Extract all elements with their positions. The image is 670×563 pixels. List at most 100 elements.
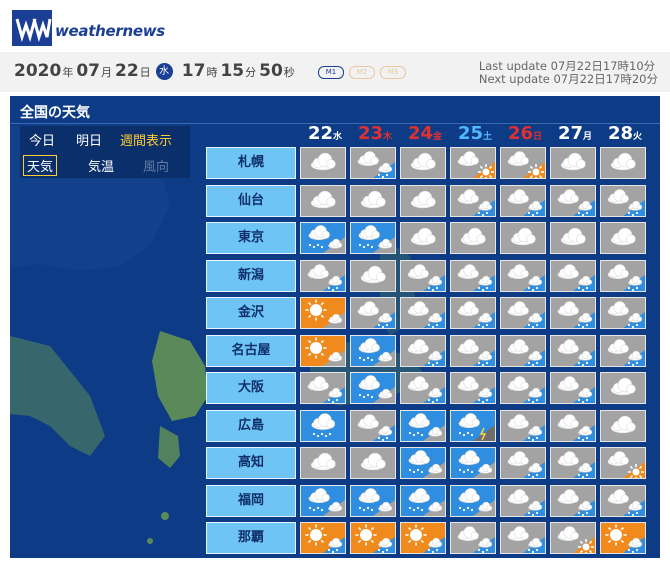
tab-today[interactable]: 今日 <box>29 130 55 149</box>
mode-m2-button[interactable]: M2 <box>349 66 375 79</box>
forecast-cell[interactable] <box>450 484 496 517</box>
forecast-cell[interactable] <box>600 297 646 329</box>
forecast-cell[interactable] <box>400 447 446 479</box>
city-button[interactable]: 仙台 <box>206 184 296 217</box>
forecast-cell[interactable] <box>500 334 546 367</box>
forecast-cell[interactable] <box>450 372 496 404</box>
forecast-cell[interactable] <box>350 409 396 442</box>
city-button[interactable]: 福岡 <box>206 484 296 517</box>
forecast-cell[interactable] <box>500 484 546 517</box>
forecast-cell[interactable] <box>600 409 646 442</box>
forecast-cell[interactable] <box>550 297 596 329</box>
forecast-cell[interactable] <box>400 147 446 179</box>
forecast-cell[interactable] <box>350 259 396 292</box>
weathernews-logo-icon[interactable] <box>12 10 52 46</box>
forecast-cell[interactable] <box>400 484 446 517</box>
forecast-cell[interactable] <box>400 334 446 367</box>
city-button[interactable]: 金沢 <box>206 297 296 329</box>
city-button[interactable]: 東京 <box>206 222 296 254</box>
forecast-cell[interactable] <box>600 334 646 367</box>
city-button[interactable]: 新潟 <box>206 259 296 292</box>
brand-name[interactable]: weathernews <box>55 22 165 40</box>
cloudy-icon <box>610 227 636 246</box>
forecast-cell[interactable] <box>350 184 396 217</box>
forecast-cell[interactable] <box>600 447 646 479</box>
forecast-cell[interactable] <box>350 372 396 404</box>
forecast-cell[interactable] <box>450 334 496 367</box>
tab-tomorrow[interactable]: 明日 <box>76 130 102 149</box>
forecast-cell[interactable] <box>450 409 496 442</box>
forecast-cell[interactable] <box>450 522 496 554</box>
forecast-cell[interactable] <box>300 372 346 404</box>
forecast-cell[interactable] <box>300 297 346 329</box>
forecast-cell[interactable] <box>550 447 596 479</box>
forecast-cell[interactable] <box>550 372 596 404</box>
forecast-cell[interactable] <box>300 184 346 217</box>
forecast-cell[interactable] <box>600 259 646 292</box>
forecast-cell[interactable] <box>600 147 646 179</box>
forecast-cell[interactable] <box>450 222 496 254</box>
forecast-cell[interactable] <box>550 184 596 217</box>
forecast-cell[interactable] <box>550 409 596 442</box>
forecast-cell[interactable] <box>500 409 546 442</box>
forecast-cell[interactable] <box>550 259 596 292</box>
forecast-cell[interactable] <box>300 147 346 179</box>
forecast-cell[interactable] <box>300 522 346 554</box>
forecast-cell[interactable] <box>600 484 646 517</box>
forecast-cell[interactable] <box>450 447 496 479</box>
forecast-cell[interactable] <box>450 259 496 292</box>
city-button[interactable]: 広島 <box>206 409 296 442</box>
city-button[interactable]: 高知 <box>206 447 296 479</box>
tab-weekly[interactable]: 週間表示 <box>120 130 172 149</box>
forecast-cell[interactable] <box>400 372 446 404</box>
forecast-cell[interactable] <box>600 522 646 554</box>
city-button[interactable]: 大阪 <box>206 372 296 404</box>
forecast-cell[interactable] <box>550 484 596 517</box>
forecast-cell[interactable] <box>550 147 596 179</box>
tab-temperature[interactable]: 気温 <box>88 156 114 175</box>
forecast-cell[interactable] <box>400 409 446 442</box>
forecast-cell[interactable] <box>350 147 396 179</box>
forecast-cell[interactable] <box>400 522 446 554</box>
forecast-cell[interactable] <box>500 184 546 217</box>
forecast-cell[interactable] <box>350 484 396 517</box>
forecast-cell[interactable] <box>350 297 396 329</box>
city-button[interactable]: 札幌 <box>206 147 296 179</box>
tab-wind[interactable]: 風向 <box>143 156 169 175</box>
forecast-cell[interactable] <box>500 297 546 329</box>
forecast-cell[interactable] <box>500 372 546 404</box>
forecast-cell[interactable] <box>400 184 446 217</box>
forecast-cell[interactable] <box>300 334 346 367</box>
forecast-cell[interactable] <box>350 334 396 367</box>
mode-m3-button[interactable]: M3 <box>380 66 406 79</box>
forecast-cell[interactable] <box>300 447 346 479</box>
forecast-cell[interactable] <box>400 222 446 254</box>
forecast-cell[interactable] <box>350 222 396 254</box>
forecast-cell[interactable] <box>450 147 496 179</box>
forecast-cell[interactable] <box>300 409 346 442</box>
forecast-cell[interactable] <box>400 297 446 329</box>
forecast-cell[interactable] <box>400 259 446 292</box>
forecast-cell[interactable] <box>500 259 546 292</box>
forecast-cell[interactable] <box>600 222 646 254</box>
forecast-cell[interactable] <box>500 222 546 254</box>
forecast-cell[interactable] <box>450 184 496 217</box>
forecast-cell[interactable] <box>500 147 546 179</box>
forecast-cell[interactable] <box>300 222 346 254</box>
forecast-cell[interactable] <box>550 222 596 254</box>
forecast-cell[interactable] <box>550 522 596 554</box>
tab-weather[interactable]: 天気 <box>23 155 58 176</box>
forecast-cell[interactable] <box>300 484 346 517</box>
forecast-cell[interactable] <box>500 522 546 554</box>
forecast-cell[interactable] <box>600 372 646 404</box>
forecast-cell[interactable] <box>550 334 596 367</box>
forecast-cell[interactable] <box>350 447 396 479</box>
forecast-cell[interactable] <box>600 184 646 217</box>
city-button[interactable]: 名古屋 <box>206 334 296 367</box>
mode-m1-button[interactable]: M1 <box>318 66 344 79</box>
forecast-cell[interactable] <box>500 447 546 479</box>
forecast-cell[interactable] <box>450 297 496 329</box>
forecast-cell[interactable] <box>350 522 396 554</box>
city-button[interactable]: 那覇 <box>206 522 296 554</box>
forecast-cell[interactable] <box>300 259 346 292</box>
